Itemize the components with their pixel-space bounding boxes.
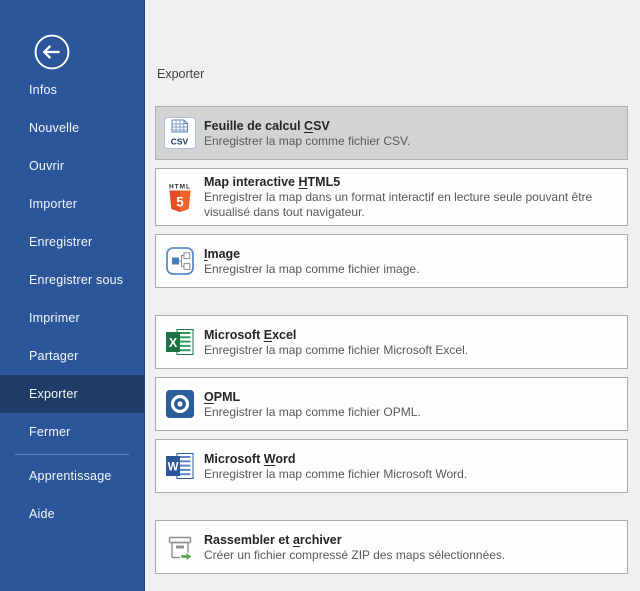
svg-text:HTML: HTML <box>169 184 191 191</box>
back-button[interactable] <box>33 33 71 71</box>
backstage-sidebar: Infos Nouvelle Ouvrir Importer Enregistr… <box>0 0 145 591</box>
export-item-title: Rassembler et archiver <box>204 532 505 548</box>
export-item-title: Microsoft Word <box>204 451 467 467</box>
opml-icon <box>164 388 196 420</box>
export-item-description: Enregistrer la map comme fichier Microso… <box>204 343 468 358</box>
export-page: Exporter CSV Feuille de calcul CSV Enreg… <box>145 0 640 591</box>
sidebar-item-importer[interactable]: Importer <box>0 185 144 223</box>
sidebar-item-fermer[interactable]: Fermer <box>0 413 144 451</box>
sidebar-item-enregistrer[interactable]: Enregistrer <box>0 223 144 261</box>
sidebar-item-nouvelle[interactable]: Nouvelle <box>0 109 144 147</box>
sidebar-item-partager[interactable]: Partager <box>0 337 144 375</box>
sidebar-item-ouvrir[interactable]: Ouvrir <box>0 147 144 185</box>
sidebar-item-aide[interactable]: Aide <box>0 495 144 533</box>
export-item-title: Image <box>204 246 419 262</box>
archive-box-icon <box>164 531 196 563</box>
export-item-description: Enregistrer la map dans un format intera… <box>204 190 613 220</box>
export-item-description: Enregistrer la map comme fichier OPML. <box>204 405 421 420</box>
export-item-archive[interactable]: Rassembler et archiver Créer un fichier … <box>155 520 628 574</box>
csv-file-icon: CSV <box>164 117 196 149</box>
export-item-title: Map interactive HTML5 <box>204 174 613 190</box>
export-item-csv[interactable]: CSV Feuille de calcul CSV Enregistrer la… <box>155 106 628 160</box>
image-icon <box>164 245 196 277</box>
export-item-image[interactable]: Image Enregistrer la map comme fichier i… <box>155 234 628 288</box>
export-item-word[interactable]: W Microsoft Word Enregistrer la map comm… <box>155 439 628 493</box>
sidebar-nav: Infos Nouvelle Ouvrir Importer Enregistr… <box>0 71 144 533</box>
export-item-html5[interactable]: HTML 5 Map interactive HTML5 Enregistrer… <box>155 168 628 226</box>
export-item-title: Microsoft Excel <box>204 327 468 343</box>
export-item-excel[interactable]: X Microsoft Excel Enregistrer la map com… <box>155 315 628 369</box>
html5-icon: HTML 5 <box>164 181 196 213</box>
word-icon: W <box>164 450 196 482</box>
sidebar-item-apprentissage[interactable]: Apprentissage <box>0 457 144 495</box>
export-item-description: Enregistrer la map comme fichier Microso… <box>204 467 467 482</box>
export-item-description: Enregistrer la map comme fichier image. <box>204 262 419 277</box>
sidebar-item-enregistrer-sous[interactable]: Enregistrer sous <box>0 261 144 299</box>
svg-text:CSV: CSV <box>171 137 189 147</box>
excel-icon: X <box>164 326 196 358</box>
export-item-description: Enregistrer la map comme fichier CSV. <box>204 134 410 149</box>
svg-text:X: X <box>169 336 178 350</box>
app-window: { "sidebar": { "back_button": {"icon": "… <box>0 0 640 591</box>
export-options-list: CSV Feuille de calcul CSV Enregistrer la… <box>155 106 628 574</box>
svg-text:W: W <box>168 462 179 474</box>
export-item-title: Feuille de calcul CSV <box>204 118 410 134</box>
sidebar-item-infos[interactable]: Infos <box>0 71 144 109</box>
sidebar-item-imprimer[interactable]: Imprimer <box>0 299 144 337</box>
export-item-description: Créer un fichier compressé ZIP des maps … <box>204 548 505 563</box>
sidebar-item-exporter[interactable]: Exporter <box>0 375 144 413</box>
export-item-title: OPML <box>204 389 421 405</box>
svg-text:5: 5 <box>176 195 184 210</box>
export-item-opml[interactable]: OPML Enregistrer la map comme fichier OP… <box>155 377 628 431</box>
page-title: Exporter <box>155 67 628 81</box>
sidebar-separator <box>15 454 129 455</box>
